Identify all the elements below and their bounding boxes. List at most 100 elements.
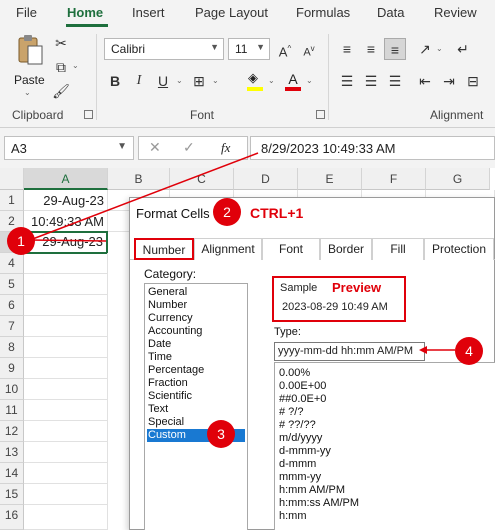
row-header-14[interactable]: 14: [0, 463, 24, 484]
tab-border[interactable]: Border: [320, 238, 372, 260]
tab-alignment[interactable]: Alignment: [194, 238, 262, 260]
column-header-b[interactable]: B: [108, 168, 170, 190]
row-header-8[interactable]: 8: [0, 337, 24, 358]
chevron-down-icon[interactable]: ⌄: [176, 76, 183, 85]
column-header-f[interactable]: F: [362, 168, 426, 190]
cell-a7[interactable]: [24, 316, 108, 337]
decrease-indent-icon[interactable]: ⇤: [414, 70, 436, 92]
fill-color-button[interactable]: ◈: [244, 70, 266, 92]
chevron-down-icon[interactable]: ⌄: [436, 44, 443, 53]
align-center-icon[interactable]: ☰: [360, 70, 382, 92]
cell-a11[interactable]: [24, 400, 108, 421]
tab-font[interactable]: Font: [262, 238, 320, 260]
clipboard-launcher-icon[interactable]: [84, 110, 93, 119]
category-item[interactable]: Time: [147, 351, 245, 364]
italic-button[interactable]: I: [128, 70, 150, 92]
cell-a10[interactable]: [24, 379, 108, 400]
row-header-1[interactable]: 1: [0, 190, 24, 211]
category-item[interactable]: General: [147, 286, 245, 299]
align-bottom-icon[interactable]: ≡: [384, 38, 406, 60]
align-left-icon[interactable]: ☰: [336, 70, 358, 92]
cell-a12[interactable]: [24, 421, 108, 442]
cell-a8[interactable]: [24, 337, 108, 358]
cancel-icon[interactable]: ✕: [149, 139, 161, 156]
align-top-icon[interactable]: ≡: [336, 38, 358, 60]
row-header-12[interactable]: 12: [0, 421, 24, 442]
cell-a4[interactable]: [24, 253, 108, 274]
cell-a6[interactable]: [24, 295, 108, 316]
category-item[interactable]: Percentage: [147, 364, 245, 377]
column-header-c[interactable]: C: [170, 168, 234, 190]
bold-button[interactable]: B: [104, 70, 126, 92]
row-header-4[interactable]: 4: [0, 253, 24, 274]
cell-a15[interactable]: [24, 484, 108, 505]
row-header-7[interactable]: 7: [0, 316, 24, 337]
grow-font-button[interactable]: A^: [274, 38, 296, 60]
column-header-d[interactable]: D: [234, 168, 298, 190]
formula-input[interactable]: 8/29/2023 10:49:33 AM: [250, 136, 495, 160]
copy-icon[interactable]: ⧉: [50, 56, 72, 78]
cell-a3[interactable]: 29-Aug-23: [23, 231, 108, 254]
tab-insert[interactable]: Insert: [132, 5, 165, 20]
row-header-15[interactable]: 15: [0, 484, 24, 505]
font-color-button[interactable]: A: [282, 70, 304, 92]
type-option[interactable]: mmm-yy: [279, 471, 321, 484]
type-option[interactable]: 0.00%: [279, 367, 310, 380]
row-header-6[interactable]: 6: [0, 295, 24, 316]
align-middle-icon[interactable]: ≡: [360, 38, 382, 60]
tab-protection[interactable]: Protection: [424, 238, 494, 260]
row-header-5[interactable]: 5: [0, 274, 24, 295]
tab-number[interactable]: Number: [134, 238, 194, 260]
column-header-a[interactable]: A: [24, 168, 108, 190]
font-launcher-icon[interactable]: [316, 110, 325, 119]
category-item[interactable]: Text: [147, 403, 245, 416]
tab-fill[interactable]: Fill: [372, 238, 424, 260]
category-item[interactable]: Currency: [147, 312, 245, 325]
enter-icon[interactable]: ✓: [183, 139, 195, 156]
cell-a1[interactable]: 29-Aug-23: [24, 190, 108, 211]
cell-a13[interactable]: [24, 442, 108, 463]
type-option[interactable]: d-mmm: [279, 458, 316, 471]
chevron-down-icon[interactable]: ⌄: [212, 76, 219, 85]
insert-function-icon[interactable]: fx: [221, 140, 230, 156]
row-header-11[interactable]: 11: [0, 400, 24, 421]
type-option[interactable]: h:mm: [279, 510, 307, 523]
row-header-9[interactable]: 9: [0, 358, 24, 379]
chevron-down-icon[interactable]: ⌄: [306, 76, 313, 85]
row-header-16[interactable]: 16: [0, 505, 24, 530]
merge-center-icon[interactable]: ⊟: [462, 70, 484, 92]
category-list[interactable]: General Number Currency Accounting Date …: [144, 283, 248, 530]
copy-dropdown-icon[interactable]: ⌄: [72, 61, 79, 70]
cell-a9[interactable]: [24, 358, 108, 379]
tab-file[interactable]: File: [16, 5, 37, 20]
underline-button[interactable]: U: [152, 70, 174, 92]
cell-a14[interactable]: [24, 463, 108, 484]
shrink-font-button[interactable]: Av: [298, 38, 320, 60]
chevron-down-icon[interactable]: ⌄: [268, 76, 275, 85]
cell-a16[interactable]: [24, 505, 108, 530]
type-option[interactable]: # ?/?: [279, 406, 303, 419]
type-option[interactable]: ##0.0E+0: [279, 393, 326, 406]
tab-review[interactable]: Review: [434, 5, 477, 20]
column-header-g[interactable]: G: [426, 168, 490, 190]
borders-icon[interactable]: ⊞: [188, 70, 210, 92]
tab-formulas[interactable]: Formulas: [296, 5, 350, 20]
type-option[interactable]: h:mm:ss AM/PM: [279, 497, 359, 510]
column-header-e[interactable]: E: [298, 168, 362, 190]
increase-indent-icon[interactable]: ⇥: [438, 70, 460, 92]
type-option[interactable]: d-mmm-yy: [279, 445, 331, 458]
category-item[interactable]: Date: [147, 338, 245, 351]
type-list[interactable]: 0.00% 0.00E+00 ##0.0E+0 # ?/? # ??/?? m/…: [274, 362, 495, 530]
category-item[interactable]: Accounting: [147, 325, 245, 338]
tab-data[interactable]: Data: [377, 5, 404, 20]
tab-page-layout[interactable]: Page Layout: [195, 5, 268, 20]
paste-button[interactable]: Paste ⌄: [12, 34, 48, 97]
type-option[interactable]: m/d/yyyy: [279, 432, 322, 445]
category-item[interactable]: Number: [147, 299, 245, 312]
font-size-combo[interactable]: 11 ▼: [228, 38, 270, 60]
row-header-10[interactable]: 10: [0, 379, 24, 400]
row-header-13[interactable]: 13: [0, 442, 24, 463]
type-input[interactable]: yyyy-mm-dd hh:mm AM/PM: [274, 342, 425, 361]
type-option[interactable]: # ??/??: [279, 419, 316, 432]
format-painter-icon[interactable]: 🖌: [50, 80, 72, 102]
